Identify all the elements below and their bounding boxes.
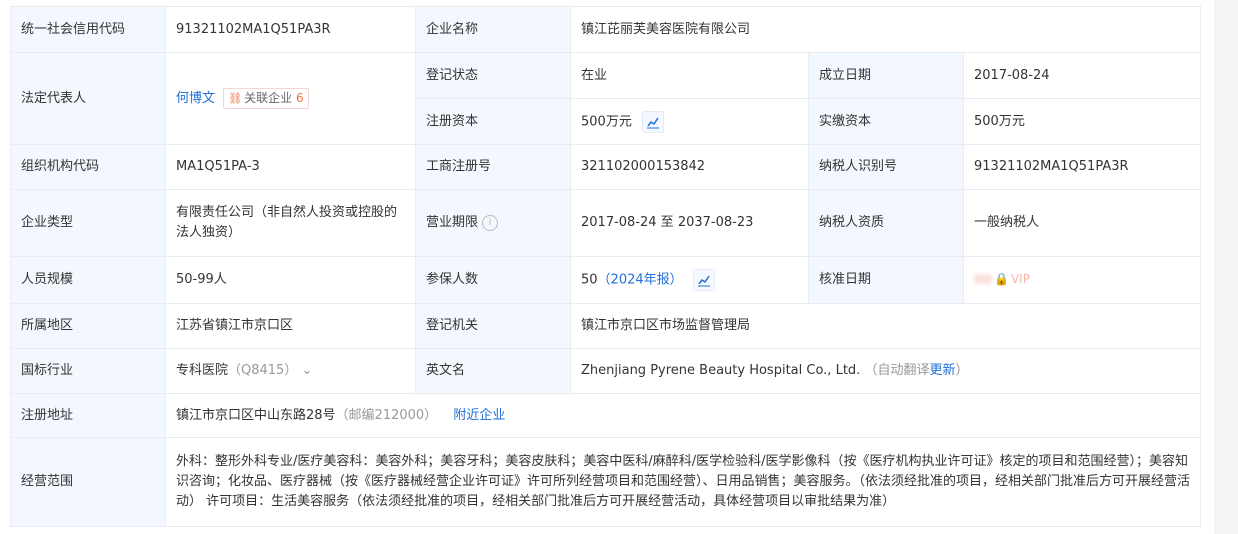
trend-chart-icon[interactable] <box>692 269 715 291</box>
industry-value: 专科医院 <box>176 363 229 378</box>
biz-term-label-cell: 营业期限 i <box>415 189 571 257</box>
insured-value: 50 <box>581 272 598 288</box>
reg-capital-label: 注册资本 <box>415 98 571 145</box>
postcode: （邮编212000） <box>335 407 438 423</box>
region-value: 江苏省镇江市京口区 <box>165 303 416 349</box>
legal-rep-label: 法定代表人 <box>10 52 166 145</box>
region-label: 所属地区 <box>10 303 166 349</box>
paid-capital-value: 500万元 <box>962 98 1202 145</box>
industry-label: 国标行业 <box>10 348 166 394</box>
table-row: 注册地址 镇江市京口区中山东路28号（邮编212000） 附近企业 <box>10 393 1202 438</box>
related-count: 6 <box>295 91 304 105</box>
network-icon: ⛓ <box>228 92 243 105</box>
related-companies-badge[interactable]: ⛓ 关联企业 6 <box>223 88 309 109</box>
reg-capital-cell: 500万元 <box>570 98 809 145</box>
approval-date-label: 核准日期 <box>808 256 964 304</box>
biz-scope-value: 外科：整形外科专业/医疗美容科：美容外科；美容牙科；美容皮肤科；美容中医科/麻醉… <box>164 437 1202 527</box>
staff-size-value: 50-99人 <box>165 256 416 304</box>
company-type-label: 企业类型 <box>10 189 166 257</box>
reg-address-label: 注册地址 <box>10 393 166 438</box>
credit-code-value: 91321102MA1Q51PA3R <box>165 6 416 53</box>
company-name-label: 企业名称 <box>415 6 571 53</box>
taxpayer-qual-value: 一般纳税人 <box>962 189 1202 257</box>
vip-locked-value[interactable]: 🔒 VIP <box>974 269 1030 289</box>
legal-rep-cell: 何博文 ⛓ 关联企业 6 <box>165 52 416 145</box>
reg-capital-value: 500万元 <box>581 114 632 129</box>
scrollbar-track[interactable] <box>1214 0 1238 534</box>
nearby-companies-link[interactable]: 附近企业 <box>453 408 505 423</box>
reg-authority-label: 登记机关 <box>415 303 571 349</box>
reg-status-label: 登记状态 <box>415 52 571 99</box>
biz-term-value: 2017-08-24 至 2037-08-23 <box>570 189 809 257</box>
insured-cell: 50（2024年报） <box>570 256 809 304</box>
table-row: 国标行业 专科医院（Q8415） ⌄ 英文名 Zhenjiang Pyrene … <box>10 348 1202 394</box>
org-code-value: MA1Q51PA-3 <box>165 144 416 190</box>
insured-label: 参保人数 <box>415 256 571 304</box>
biz-reg-no-value: 321102000153842 <box>570 144 809 190</box>
auto-translate-suffix: ） <box>955 363 969 378</box>
reg-authority-value: 镇江市京口区市场监督管理局 <box>569 303 1202 349</box>
taxpayer-id-value: 91321102MA1Q51PA3R <box>962 144 1202 190</box>
industry-cell[interactable]: 专科医院（Q8415） ⌄ <box>165 348 416 394</box>
related-label: 关联企业 <box>244 91 293 105</box>
info-circle-icon[interactable]: i <box>482 214 499 231</box>
paid-capital-label: 实缴资本 <box>808 98 964 145</box>
table-row: 所属地区 江苏省镇江市京口区 登记机关 镇江市京口区市场监督管理局 <box>10 303 1202 349</box>
company-type-value: 有限责任公司（非自然人投资或控股的法人独资） <box>165 189 416 257</box>
biz-reg-no-label: 工商注册号 <box>415 144 571 190</box>
found-date-value: 2017-08-24 <box>962 52 1202 99</box>
biz-scope-label: 经营范围 <box>10 437 166 527</box>
vip-label: VIP <box>1010 272 1030 286</box>
english-name-label: 英文名 <box>415 348 571 394</box>
lock-icon: 🔒 <box>994 272 1009 286</box>
reg-address-value: 镇江市京口区中山东路28号 <box>176 407 336 423</box>
credit-code-label: 统一社会信用代码 <box>10 6 166 53</box>
taxpayer-id-label: 纳税人识别号 <box>808 144 964 190</box>
reg-status-value: 在业 <box>570 52 809 99</box>
table-row: 统一社会信用代码 91321102MA1Q51PA3R 企业名称 镇江芘丽芙美容… <box>10 6 1202 53</box>
table-row: 人员规模 50-99人 参保人数 50（2024年报） 核准日期 🔒 VIP <box>10 256 1202 304</box>
table-row: 法定代表人 何博文 ⛓ 关联企业 6 登记状态 在业 成立日期 2017-08-2… <box>10 52 1202 145</box>
company-info-table: 统一社会信用代码 91321102MA1Q51PA3R 企业名称 镇江芘丽芙美容… <box>10 6 1202 527</box>
table-row: 企业类型 有限责任公司（非自然人投资或控股的法人独资） 营业期限 i 2017-0… <box>10 189 1202 257</box>
company-name-value: 镇江芘丽芙美容医院有限公司 <box>569 6 1202 53</box>
table-row: 经营范围 外科：整形外科专业/医疗美容科：美容外科；美容牙科；美容皮肤科；美容中… <box>10 437 1202 527</box>
biz-term-label: 营业期限 <box>426 215 479 230</box>
blurred-value <box>974 274 992 284</box>
approval-date-cell: 🔒 VIP <box>962 256 1202 304</box>
table-row: 组织机构代码 MA1Q51PA-3 工商注册号 321102000153842 … <box>10 144 1202 190</box>
industry-code: （Q8415） <box>228 363 298 378</box>
staff-size-label: 人员规模 <box>10 256 166 304</box>
update-link[interactable]: 更新 <box>929 363 955 378</box>
auto-translate-prefix: （自动翻译 <box>864 363 930 378</box>
annual-report-link[interactable]: （2024年报） <box>598 273 683 288</box>
reg-address-cell: 镇江市京口区中山东路28号（邮编212000） 附近企业 <box>164 393 1202 438</box>
legal-rep-name-link[interactable]: 何博文 <box>176 91 215 106</box>
english-name-value: Zhenjiang Pyrene Beauty Hospital Co., Lt… <box>581 363 861 378</box>
trend-chart-icon[interactable] <box>641 110 664 133</box>
chevron-down-icon[interactable]: ⌄ <box>301 363 312 378</box>
taxpayer-qual-label: 纳税人资质 <box>808 189 964 257</box>
org-code-label: 组织机构代码 <box>10 144 166 190</box>
english-name-cell: Zhenjiang Pyrene Beauty Hospital Co., Lt… <box>569 348 1202 394</box>
found-date-label: 成立日期 <box>808 52 964 99</box>
